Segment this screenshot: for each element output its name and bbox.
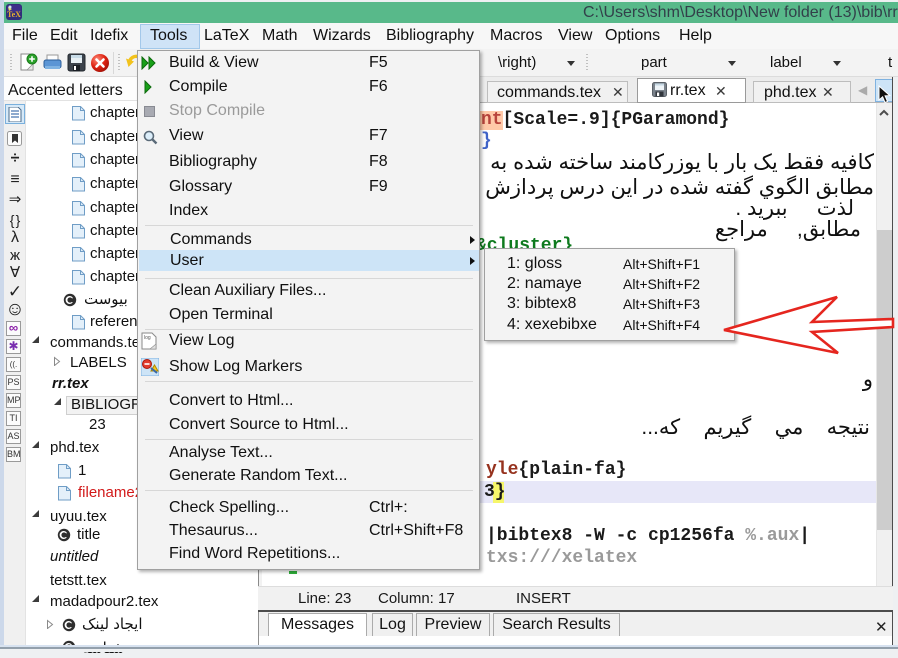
svg-text:TeX: TeX: [7, 10, 21, 19]
svg-text:log: log: [144, 335, 151, 341]
